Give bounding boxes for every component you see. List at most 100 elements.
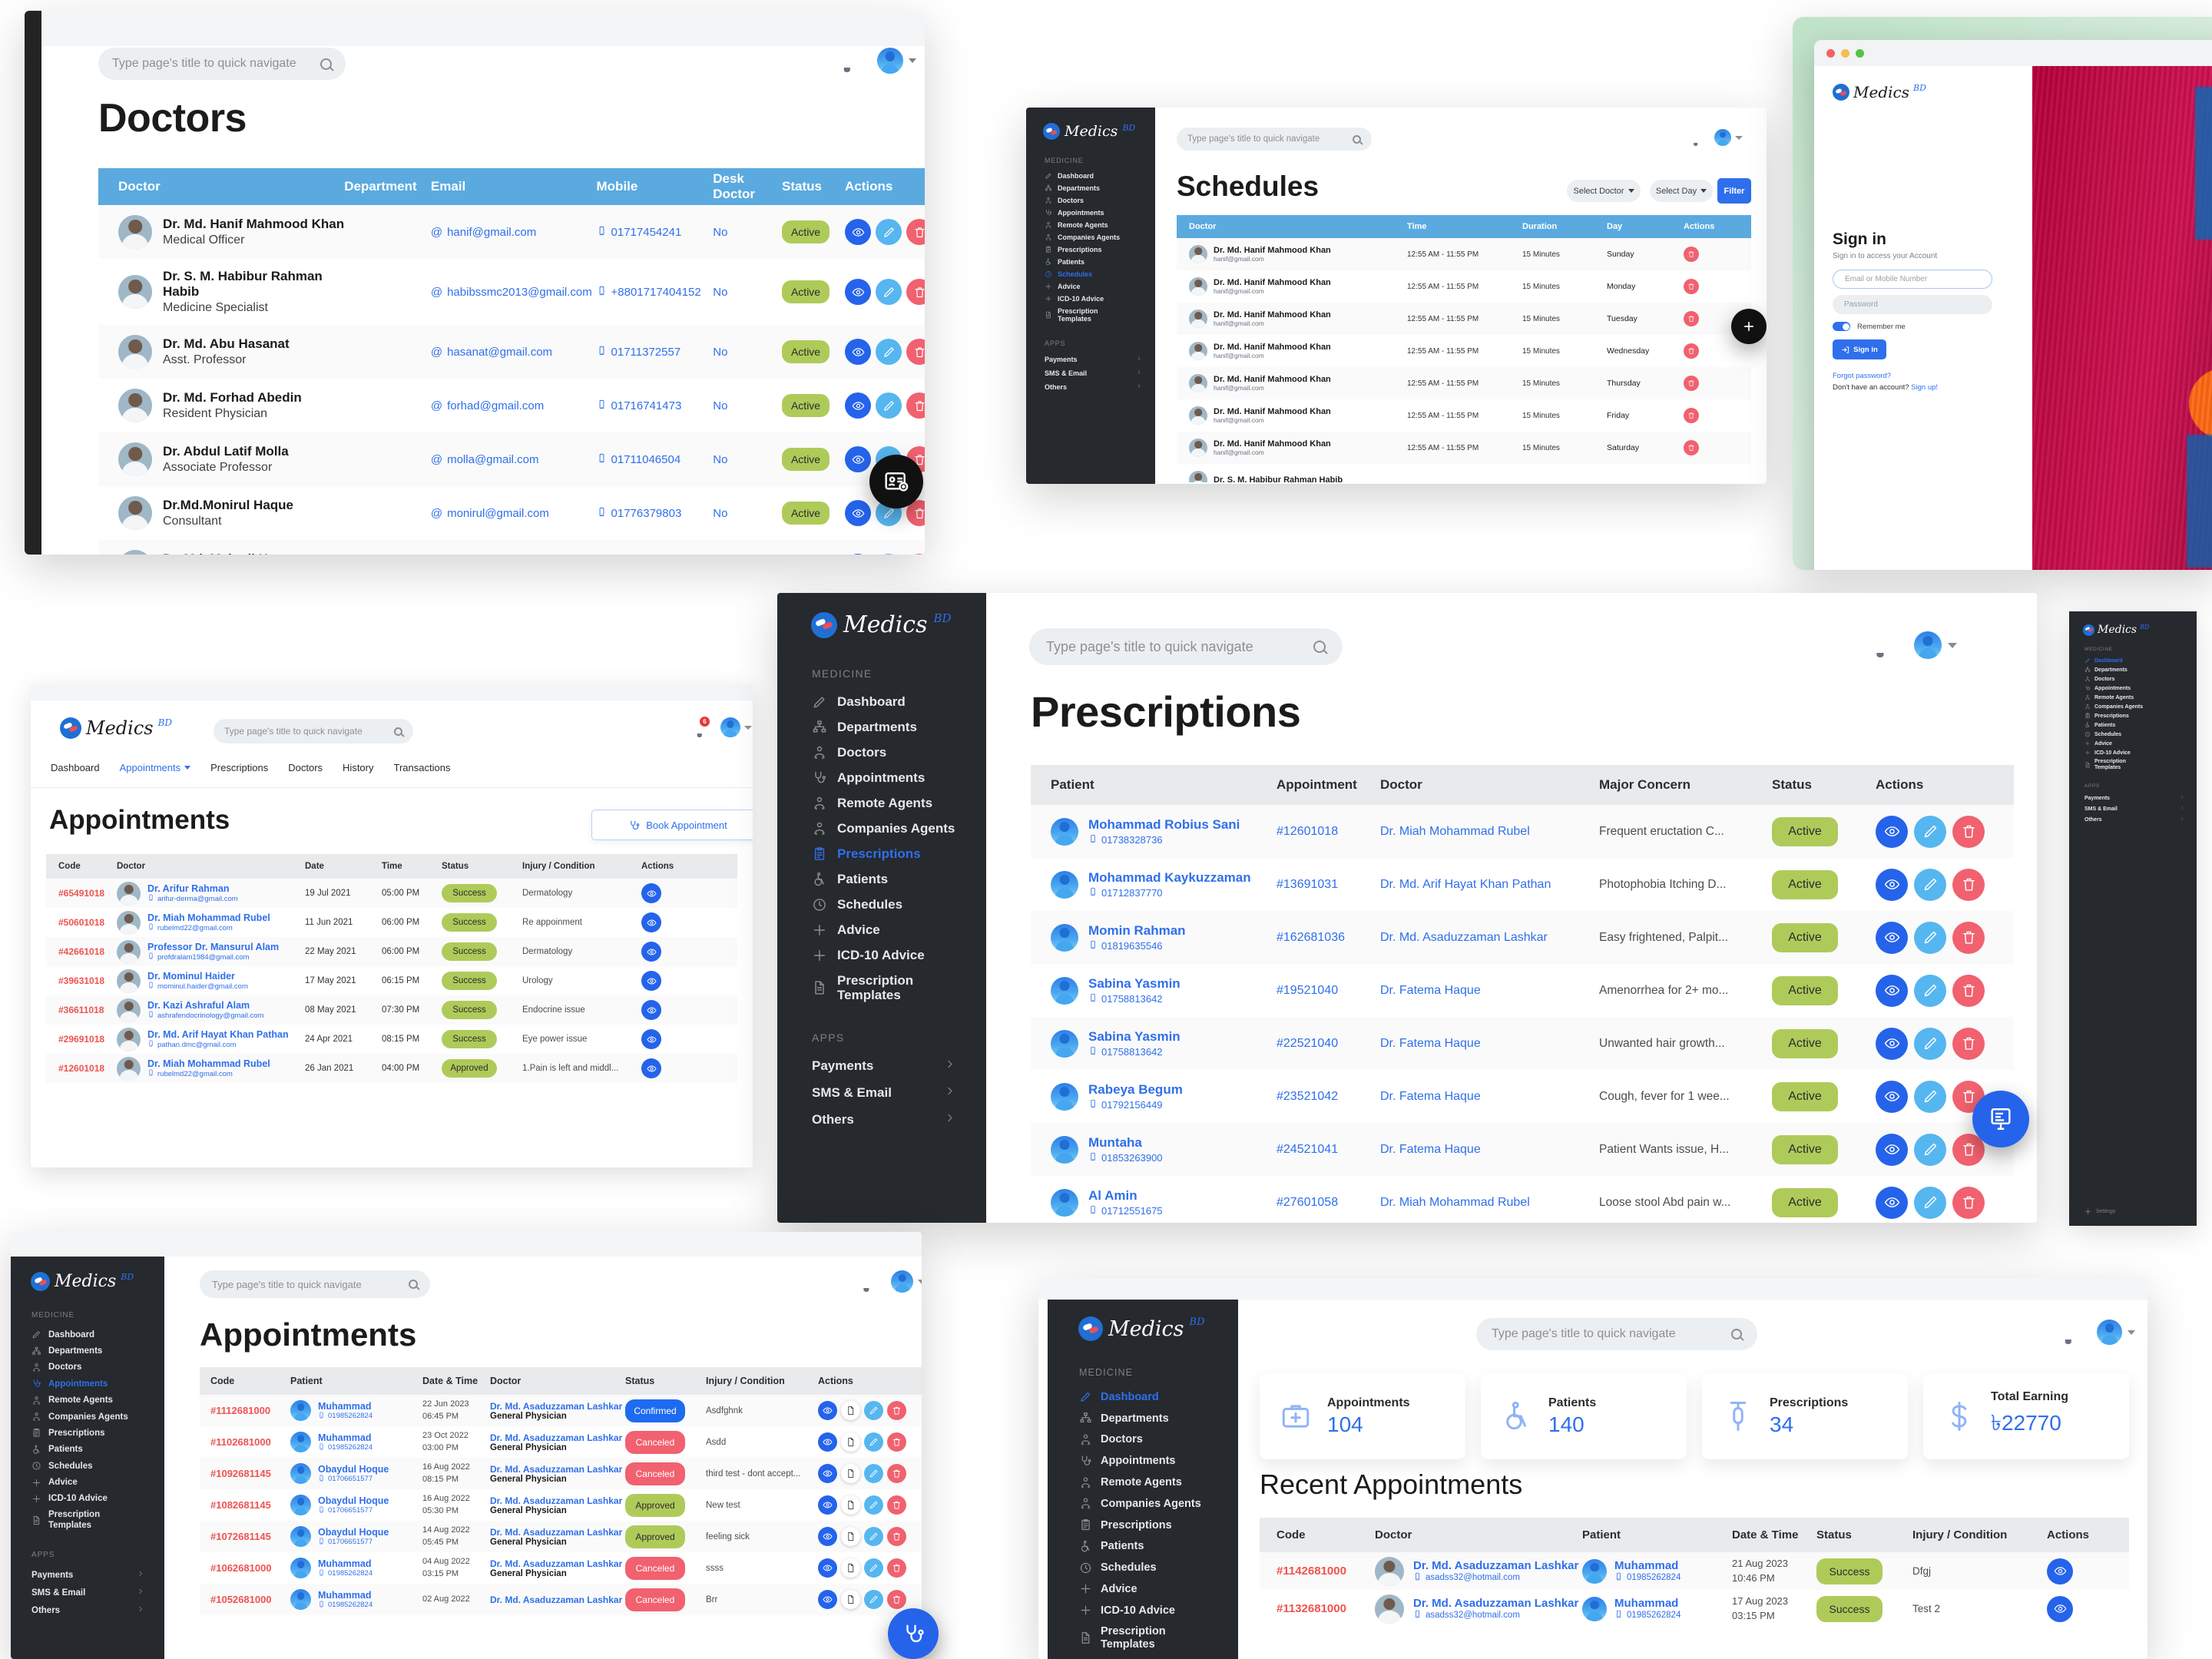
sidebar-item-doctors[interactable]: Doctors xyxy=(31,1359,164,1376)
patient-name[interactable]: Obaydul Hoque xyxy=(318,1495,389,1506)
book-appointment-fab[interactable] xyxy=(888,1608,939,1659)
sidebar-item-advice[interactable]: Advice xyxy=(31,1474,164,1490)
sidebar-app-sms-email[interactable]: SMS & Email xyxy=(812,1080,955,1107)
appointment-code[interactable]: #12601018 xyxy=(1277,805,1380,858)
sidebar-item-schedules[interactable]: Schedules xyxy=(1045,268,1155,280)
table-row[interactable]: #65491018 Dr. Arifur Rahman arifur-derma… xyxy=(46,879,737,908)
table-row[interactable]: #50601018 Dr. Miah Mohammad Rubel rubelm… xyxy=(46,908,737,937)
trash-action-button[interactable] xyxy=(887,1590,906,1609)
table-row[interactable]: Rabeya Begum 01792156449 #23521042 Dr. F… xyxy=(1031,1070,2014,1123)
eye-action-button[interactable] xyxy=(1876,974,1908,1007)
doctor-email[interactable]: @ hasanat@gmail.com xyxy=(431,325,597,379)
eye-action-button[interactable] xyxy=(818,1432,837,1452)
brand-logo[interactable]: Medics BD xyxy=(60,717,172,739)
remember-me-toggle[interactable] xyxy=(1833,322,1850,331)
trash-action-button[interactable] xyxy=(1952,974,1985,1007)
doctor-email[interactable]: @ forhad@gmail.com xyxy=(431,379,597,432)
sidebar-item-prescription-templates[interactable]: Prescription Templates xyxy=(2085,757,2197,773)
add-schedule-fab[interactable] xyxy=(1731,309,1767,344)
search-input[interactable]: Type page's title to quick navigate xyxy=(1029,628,1343,665)
sidebar-item-advice[interactable]: Advice xyxy=(2085,739,2197,748)
doctor-mobile[interactable]: 01717531717 xyxy=(597,540,714,555)
sidebar-item-patients[interactable]: Patients xyxy=(31,1442,164,1458)
doctor-email[interactable]: @ monirul@gmail.com xyxy=(431,486,597,540)
trash-action-button[interactable] xyxy=(906,219,925,245)
sidebar-item-doctors[interactable]: Doctors xyxy=(812,740,986,765)
table-row[interactable]: #29691018 Dr. Md. Arif Hayat Khan Pathan… xyxy=(46,1025,737,1054)
patient-name[interactable]: Obaydul Hoque xyxy=(318,1464,389,1475)
pencil-action-button[interactable] xyxy=(1914,921,1946,954)
table-row[interactable]: Dr. Md. Hanif Mahmood Khan hanif@gmail.c… xyxy=(1177,399,1751,432)
doctor-name[interactable]: Dr. Md. Asaduzzaman Lashkar xyxy=(1413,1597,1578,1610)
sidebar-item-prescriptions[interactable]: Prescriptions xyxy=(812,841,986,866)
pencil-action-button[interactable] xyxy=(1914,1080,1946,1113)
pencil-action-button[interactable] xyxy=(864,1464,883,1483)
table-row[interactable]: Dr. Md. Mehedi Hassan Consultant @mehedi… xyxy=(98,540,925,555)
table-row[interactable]: #1082681145 Obaydul Hoque 01706651577 16… xyxy=(200,1489,922,1521)
trash-action-button[interactable] xyxy=(1684,376,1699,391)
sidebar-item-remote-agents[interactable]: Remote Agents xyxy=(812,790,986,816)
pencil-action-button[interactable] xyxy=(1914,815,1946,848)
patient-name[interactable]: Muhammad xyxy=(318,1432,373,1443)
sidebar-app-others[interactable]: Others xyxy=(812,1107,955,1134)
sidebar-item-advice[interactable]: Advice xyxy=(812,917,986,942)
table-row[interactable]: Dr. Md. Abu Hasanat Asst. Professor @ has… xyxy=(98,325,925,379)
nav-item-appointments[interactable]: Appointments xyxy=(120,762,191,773)
sidebar-item-dashboard[interactable]: Dashboard xyxy=(812,689,986,714)
table-row[interactable]: Dr. Md. Forhad Abedin Resident Physician… xyxy=(98,379,925,432)
email-field[interactable]: Email or Mobile Number xyxy=(1833,270,1992,289)
trash-action-button[interactable] xyxy=(1952,1186,1985,1219)
pencil-action-button[interactable] xyxy=(864,1495,883,1515)
notification-bell[interactable] xyxy=(2060,1323,2077,1344)
sidebar-app-payments[interactable]: Payments xyxy=(1045,353,1141,366)
appointment-code[interactable]: #24521041 xyxy=(1277,1123,1380,1176)
sidebar-item-settings[interactable]: Settings xyxy=(2085,1208,2115,1215)
pencil-action-button[interactable] xyxy=(864,1527,883,1546)
pencil-action-button[interactable] xyxy=(864,1590,883,1609)
eye-action-button[interactable] xyxy=(845,339,871,365)
doctor-email[interactable]: @ hanif@gmail.com xyxy=(431,205,597,259)
notification-bell[interactable] xyxy=(839,51,859,72)
select-doctor-dropdown[interactable]: Select Doctor xyxy=(1567,180,1641,202)
eye-action-button[interactable] xyxy=(845,279,871,305)
eye-action-button[interactable] xyxy=(2047,1595,2073,1622)
table-row[interactable]: Dr. Md. Hanif Mahmood Khan hanif@gmail.c… xyxy=(1177,303,1751,335)
trash-action-button[interactable] xyxy=(1952,921,1985,954)
table-row[interactable]: Dr. S. M. Habibur Rahman Habib xyxy=(1177,464,1751,482)
doctor-name[interactable]: Dr. Md. Asaduzzaman Lashkar xyxy=(490,1558,625,1569)
eye-action-button[interactable] xyxy=(818,1401,837,1420)
doc-action-button[interactable] xyxy=(841,1558,860,1578)
table-row[interactable]: Sabina Yasmin 01758813642 #19521040 Dr. … xyxy=(1031,964,2014,1017)
sidebar-app-others[interactable]: Others xyxy=(1045,380,1141,394)
pencil-action-button[interactable] xyxy=(864,1432,883,1452)
sidebar-item-icd-10-advice[interactable]: ICD-10 Advice xyxy=(812,942,986,968)
sidebar-item-prescriptions[interactable]: Prescriptions xyxy=(2085,711,2197,720)
nav-item-transactions[interactable]: Transactions xyxy=(394,762,451,773)
table-row[interactable]: Dr. S. M. Habibur Rahman Habib Medicine … xyxy=(98,259,925,325)
eye-action-button[interactable] xyxy=(641,1029,661,1049)
eye-action-button[interactable] xyxy=(1876,815,1908,848)
table-row[interactable]: Mohammad Robius Sani 01738328736 #126010… xyxy=(1031,805,2014,858)
table-row[interactable]: #1062681000 Muhammad 01985262824 04 Aug … xyxy=(200,1552,922,1584)
trash-action-button[interactable] xyxy=(887,1432,906,1452)
brand-logo[interactable]: Medics BD xyxy=(1026,120,1155,140)
trash-action-button[interactable] xyxy=(1952,868,1985,901)
brand-logo[interactable]: Medics BD xyxy=(1048,1312,1238,1341)
notification-bell[interactable]: 6 xyxy=(693,717,710,738)
doctor-name[interactable]: Dr. Md. Asaduzzaman Lashkar xyxy=(490,1594,625,1605)
sidebar-item-schedules[interactable]: Schedules xyxy=(1079,1557,1238,1578)
patient-name[interactable]: Muhammad xyxy=(318,1401,373,1412)
sidebar-item-advice[interactable]: Advice xyxy=(1079,1578,1238,1600)
sidebar-item-departments[interactable]: Departments xyxy=(812,714,986,740)
table-row[interactable]: Al Amin 01712551675 #27601058 Dr. Miah M… xyxy=(1031,1176,2014,1223)
sidebar-item-prescriptions[interactable]: Prescriptions xyxy=(1079,1515,1238,1536)
eye-action-button[interactable] xyxy=(1876,1027,1908,1060)
sidebar-app-sms-email[interactable]: SMS & Email xyxy=(1045,366,1141,380)
eye-action-button[interactable] xyxy=(641,1058,661,1078)
eye-action-button[interactable] xyxy=(1876,868,1908,901)
trash-action-button[interactable] xyxy=(906,279,925,305)
doctor-name[interactable]: Dr. Fatema Haque xyxy=(1380,1123,1599,1176)
brand-logo[interactable]: Medics BD xyxy=(11,1269,164,1291)
sidebar-item-companies-agents[interactable]: Companies Agents xyxy=(2085,702,2197,711)
eye-action-button[interactable] xyxy=(818,1590,837,1609)
